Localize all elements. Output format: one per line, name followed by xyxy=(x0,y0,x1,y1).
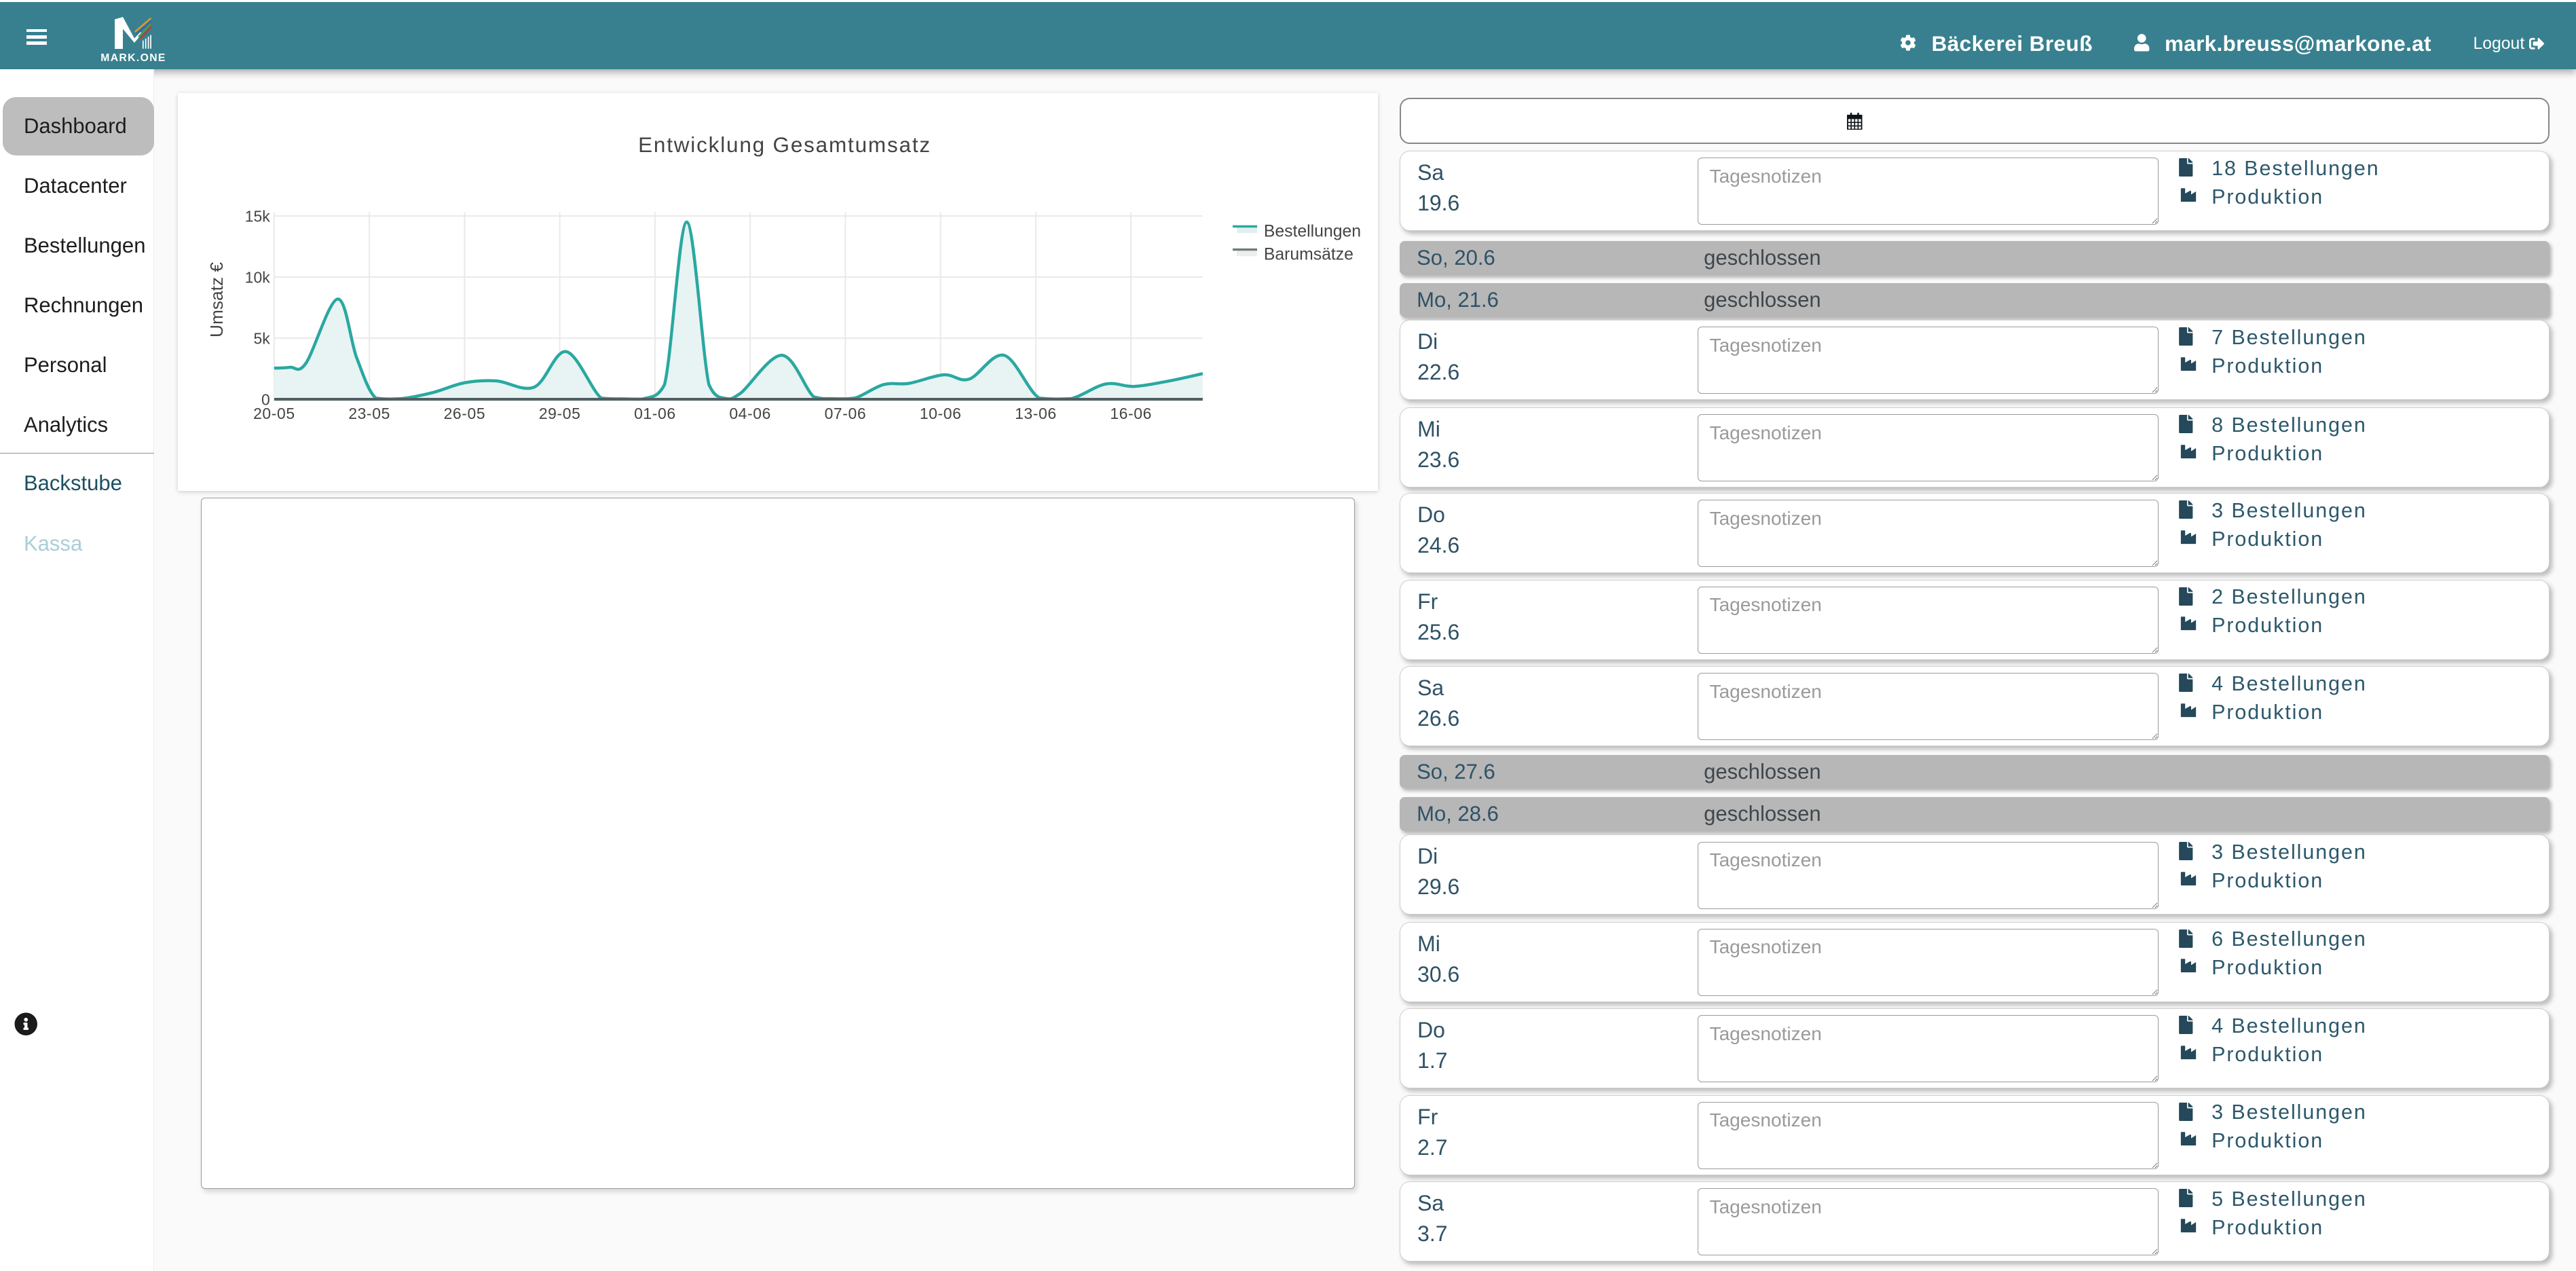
svg-text:10-06: 10-06 xyxy=(920,405,962,422)
svg-text:15k: 15k xyxy=(245,207,271,225)
svg-text:Entwicklung Gesamtumsatz: Entwicklung Gesamtumsatz xyxy=(638,132,931,157)
svg-text:20-05: 20-05 xyxy=(253,405,295,422)
svg-text:13-06: 13-06 xyxy=(1015,405,1057,422)
svg-text:07-06: 07-06 xyxy=(825,405,867,422)
svg-text:23-05: 23-05 xyxy=(348,405,390,422)
svg-text:Barumsätze: Barumsätze xyxy=(1264,245,1354,263)
svg-text:16-06: 16-06 xyxy=(1110,405,1152,422)
svg-text:0: 0 xyxy=(261,390,270,408)
svg-text:Bestellungen: Bestellungen xyxy=(1264,222,1361,240)
svg-text:5k: 5k xyxy=(254,329,271,347)
svg-text:Umsatz €: Umsatz € xyxy=(206,262,227,337)
svg-text:29-05: 29-05 xyxy=(539,405,581,422)
svg-text:10k: 10k xyxy=(245,268,271,286)
svg-text:04-06: 04-06 xyxy=(729,405,771,422)
svg-text:26-05: 26-05 xyxy=(444,405,486,422)
svg-text:01-06: 01-06 xyxy=(634,405,676,422)
